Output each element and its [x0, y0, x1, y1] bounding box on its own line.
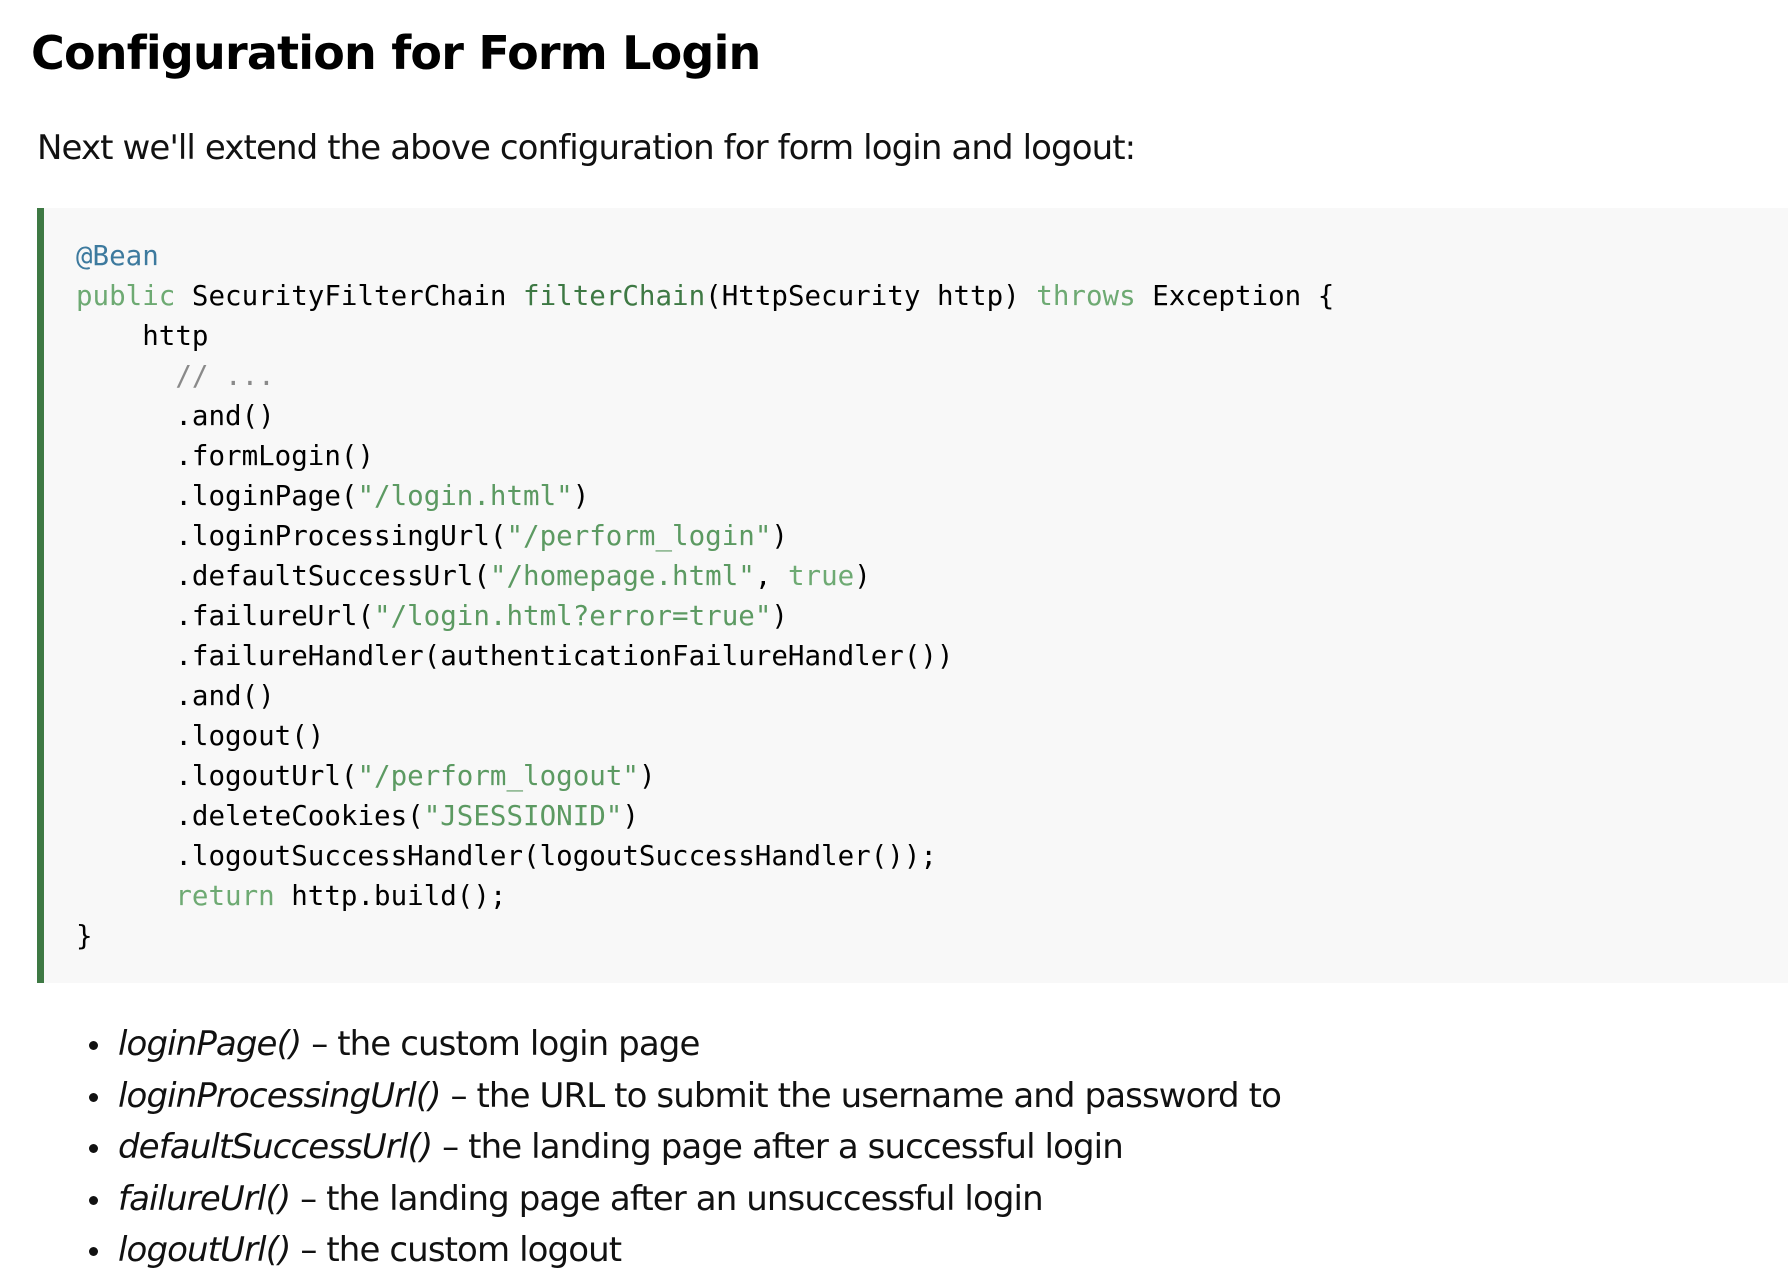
code-token: "/login.html?error=true": [374, 600, 772, 632]
code-token: return: [175, 880, 275, 912]
code-line: .defaultSuccessUrl("/homepage.html", tru…: [76, 556, 1334, 596]
bullet-method-name: loginProcessingUrl(): [118, 1075, 441, 1116]
code-line: .formLogin(): [76, 436, 1334, 476]
code-line: public SecurityFilterChain filterChain(H…: [76, 276, 1334, 316]
code-token: .logoutSuccessHandler(logoutSuccessHandl…: [76, 840, 937, 872]
article-section: Configuration for Form Login Next we'll …: [0, 0, 1788, 1282]
code-token: public: [76, 280, 176, 312]
bullet-item: defaultSuccessUrl() – the landing page a…: [0, 1122, 1281, 1174]
code-token: .formLogin(): [76, 440, 375, 472]
code-token: Exception {: [1135, 280, 1335, 312]
code-token: .logout(): [76, 720, 325, 752]
code-line: .logout(): [76, 716, 1334, 756]
bullet-description: – the landing page after a successful lo…: [432, 1127, 1124, 1167]
bullet-method-name: defaultSuccessUrl(): [118, 1127, 433, 1167]
code-line: .failureUrl("/login.html?error=true"): [76, 596, 1334, 636]
code-token: // ...: [76, 360, 275, 392]
intro-paragraph: Next we'll extend the above configuratio…: [37, 128, 1136, 168]
code-line: @Bean: [76, 236, 1334, 276]
code-token: SecurityFilterChain: [175, 280, 524, 312]
code-token: .failureUrl(: [76, 600, 375, 632]
code-line: http: [76, 316, 1334, 356]
code-line: .loginProcessingUrl("/perform_login"): [76, 516, 1334, 556]
section-heading: Configuration for Form Login: [31, 26, 761, 80]
code-line: .deleteCookies("JSESSIONID"): [76, 796, 1334, 836]
code-block: @Bean public SecurityFilterChain filterCh…: [37, 208, 1788, 983]
bullet-description: – the URL to submit the username and pas…: [440, 1075, 1281, 1116]
code-token: ): [572, 480, 590, 512]
code-lines: @Bean public SecurityFilterChain filterCh…: [76, 236, 1334, 956]
code-token: .and(): [76, 680, 275, 712]
bullet-description: – the landing page after an unsuccessful…: [290, 1178, 1044, 1219]
code-token: http: [76, 320, 209, 352]
code-token: ): [854, 560, 871, 592]
code-line: .failureHandler(authenticationFailureHan…: [76, 636, 1334, 676]
code-token: .failureHandler(authenticationFailureHan…: [76, 640, 954, 672]
bullet-method-name: loginPage(): [118, 1024, 302, 1064]
code-line: return http.build();: [76, 876, 1334, 916]
code-token: ): [771, 520, 788, 552]
bullet-description: – the custom login page: [301, 1024, 700, 1064]
code-token: filterChain: [523, 280, 706, 312]
code-line: }: [76, 916, 1334, 956]
code-line: .and(): [76, 396, 1334, 436]
bullet-item: loginPage() – the custom login page: [0, 1019, 1281, 1071]
code-token: "/perform_logout": [357, 760, 639, 792]
bullet-method-name: logoutUrl(): [118, 1230, 291, 1270]
code-token: ): [622, 800, 639, 832]
code-token: throws: [1036, 280, 1136, 312]
bullet-dot-icon: [89, 1041, 98, 1050]
code-token: .defaultSuccessUrl(: [76, 560, 490, 592]
code-token: (HttpSecurity http): [705, 280, 1037, 312]
bullet-dot-icon: [89, 1092, 98, 1102]
code-token: .deleteCookies(: [76, 800, 424, 832]
code-token: .loginProcessingUrl(: [76, 520, 507, 552]
code-line: .and(): [76, 676, 1334, 716]
code-token: "/homepage.html": [489, 560, 755, 592]
code-line: .loginPage("/login.html"): [76, 476, 1334, 516]
code-token: @Bean: [76, 240, 159, 272]
bullet-dot-icon: [89, 1247, 98, 1256]
code-token: "/login.html": [357, 480, 573, 512]
code-token: "JSESSIONID": [423, 800, 623, 832]
bullet-dot-icon: [89, 1195, 98, 1205]
bullet-method-name: failureUrl(): [118, 1178, 291, 1219]
bullet-item: logoutUrl() – the custom logout: [0, 1225, 1281, 1277]
code-line: // ...: [76, 356, 1334, 396]
bullet-dot-icon: [89, 1144, 98, 1153]
code-token: .logoutUrl(: [76, 760, 358, 792]
code-token: }: [76, 920, 93, 952]
code-line: .logoutSuccessHandler(logoutSuccessHandl…: [76, 836, 1334, 876]
code-token: ): [638, 760, 656, 792]
bullet-item: loginProcessingUrl() – the URL to submit…: [0, 1071, 1282, 1123]
code-line: .logoutUrl("/perform_logout"): [76, 756, 1334, 796]
bullet-item: failureUrl() – the landing page after an…: [0, 1174, 1281, 1226]
code-token: "/perform_login": [506, 520, 772, 552]
bullet-description: – the custom logout: [290, 1230, 622, 1270]
code-token: .and(): [76, 400, 275, 432]
code-token: .loginPage(: [76, 480, 358, 512]
code-token: ,: [754, 560, 788, 592]
code-token: http.build();: [274, 880, 507, 912]
code-token: true: [787, 560, 855, 592]
code-token: ): [771, 600, 788, 632]
bullet-list: loginPage() – the custom login page login…: [0, 1019, 1282, 1277]
